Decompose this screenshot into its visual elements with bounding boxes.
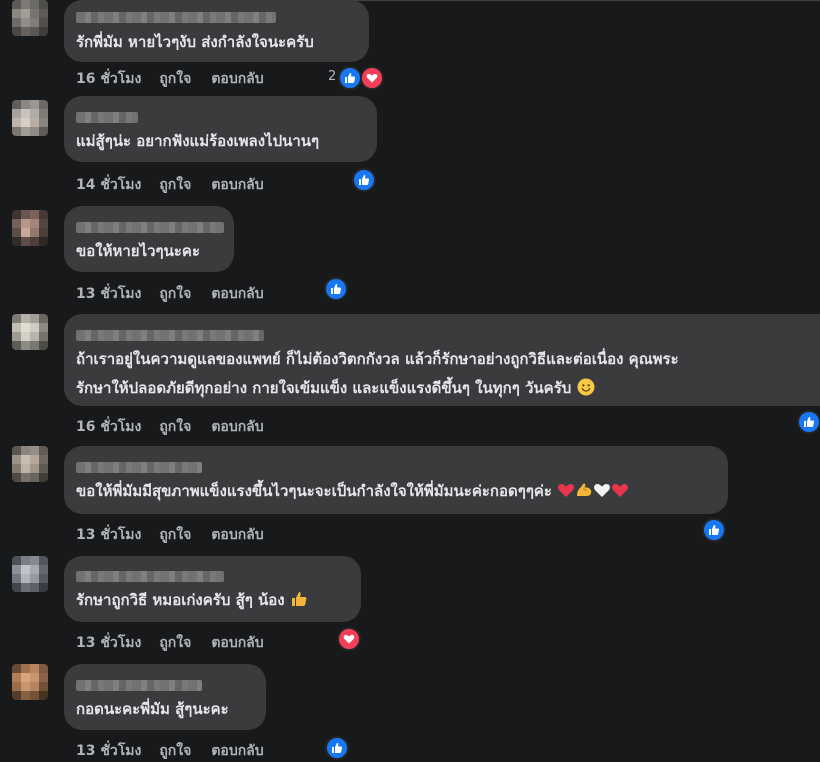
like-button[interactable]: ถูกใจ [159, 635, 191, 651]
red-heart-emoji [612, 484, 629, 497]
comment-time[interactable]: 16 ชั่วโมง [76, 419, 141, 435]
avatar[interactable] [12, 0, 48, 36]
comment-actions: 16 ชั่วโมง ถูกใจ ตอบกลับ [76, 416, 284, 438]
like-button[interactable]: ถูกใจ [159, 286, 191, 302]
like-button[interactable]: ถูกใจ [159, 419, 191, 435]
like-icon[interactable] [797, 410, 820, 434]
comment-actions: 13 ชั่วโมง ถูกใจ ตอบกลับ [76, 283, 284, 305]
like-icon[interactable] [324, 277, 348, 301]
author-name[interactable] [76, 112, 138, 123]
avatar[interactable] [12, 446, 48, 482]
comment-time[interactable]: 13 ชั่วโมง [76, 527, 141, 543]
comment-bubble: ขอให้หายไวๆนะคะ [64, 206, 234, 272]
avatar[interactable] [12, 100, 48, 136]
comment-text: แม่สู้ๆน่ะ อยากฟังแม่ร้องเพลงไปนานๆ [76, 132, 320, 150]
reply-button[interactable]: ตอบกลับ [211, 743, 263, 759]
author-name[interactable] [76, 330, 264, 341]
comment-actions: 13 ชั่วโมง ถูกใจ ตอบกลับ [76, 524, 284, 546]
comment-time[interactable]: 13 ชั่วโมง [76, 286, 141, 302]
comment-bubble: ขอให้พี่มัมมีสุขภาพแข็งแรงขึ้นไวๆนะจะเป็… [64, 446, 728, 514]
comment-text-row: ขอให้พี่มัมมีสุขภาพแข็งแรงขึ้นไวๆนะจะเป็… [76, 476, 716, 506]
reply-button[interactable]: ตอบกลับ [211, 71, 263, 87]
love-icon[interactable] [337, 627, 361, 651]
comment-time[interactable]: 14 ชั่วโมง [76, 177, 141, 193]
comment-bubble: รักพี่มัม หายไวๆงับ ส่งกำลังใจนะครับ [64, 0, 369, 62]
comment-text: ขอให้หายไวๆนะคะ [76, 242, 200, 260]
author-name[interactable] [76, 222, 224, 233]
comment-time[interactable]: 16 ชั่วโมง [76, 71, 141, 87]
comment-actions: 14 ชั่วโมง ถูกใจ ตอบกลับ [76, 174, 284, 196]
avatar[interactable] [12, 314, 48, 350]
thumbs-up-emoji [291, 592, 307, 606]
smile-emoji [577, 378, 595, 396]
comment-bubble: ถ้าเราอยู่ในความดูแลของแพทย์ ก็ไม่ต้องวิ… [64, 314, 820, 406]
avatar[interactable] [12, 556, 48, 592]
reply-button[interactable]: ตอบกลับ [211, 635, 263, 651]
reply-button[interactable]: ตอบกลับ [211, 177, 263, 193]
comment-actions: 13 ชั่วโมง ถูกใจ ตอบกลับ [76, 740, 284, 762]
flexed-biceps-emoji [577, 483, 592, 496]
author-name[interactable] [76, 462, 202, 473]
reply-button[interactable]: ตอบกลับ [211, 286, 263, 302]
love-icon[interactable] [360, 66, 384, 90]
comment-text-line-1: ถ้าเราอยู่ในความดูแลของแพทย์ ก็ไม่ต้องวิ… [76, 350, 679, 368]
like-button[interactable]: ถูกใจ [159, 527, 191, 543]
comment-text: รักษาถูกวิธี หมอเก่งครับ สู้ๆ น้อง [76, 591, 285, 609]
avatar[interactable] [12, 210, 48, 246]
comment-bubble: กอดนะคะพี่มัม สู้ๆนะคะ [64, 664, 266, 730]
comment-text-line-2-row: รักษาให้ปลอดภัยดีทุกอย่าง กายใจเข้มแข็ง … [76, 373, 808, 403]
comment-time[interactable]: 13 ชั่วโมง [76, 743, 141, 759]
reaction-count[interactable]: 2 [328, 69, 336, 84]
comment-actions: 16 ชั่วโมง ถูกใจ ตอบกลับ [76, 68, 284, 90]
red-heart-emoji [558, 484, 575, 497]
comment-text: ขอให้พี่มัมมีสุขภาพแข็งแรงขึ้นไวๆนะจะเป็… [76, 482, 552, 500]
comment-text: กอดนะคะพี่มัม สู้ๆนะคะ [76, 700, 229, 718]
comment-text-row: รักษาถูกวิธี หมอเก่งครับ สู้ๆ น้อง [76, 585, 349, 615]
like-icon[interactable] [338, 66, 362, 90]
like-button[interactable]: ถูกใจ [159, 71, 191, 87]
reply-button[interactable]: ตอบกลับ [211, 527, 263, 543]
like-icon[interactable] [702, 518, 726, 542]
top-divider [285, 0, 820, 5]
like-icon[interactable] [325, 736, 349, 760]
comment-text: รักพี่มัม หายไวๆงับ ส่งกำลังใจนะครับ [76, 33, 314, 51]
comment-bubble: แม่สู้ๆน่ะ อยากฟังแม่ร้องเพลงไปนานๆ [64, 96, 377, 162]
author-name[interactable] [76, 12, 276, 23]
comment-actions: 13 ชั่วโมง ถูกใจ ตอบกลับ [76, 632, 284, 654]
author-name[interactable] [76, 571, 224, 582]
white-heart-emoji [594, 484, 611, 497]
like-icon[interactable] [352, 168, 376, 192]
comment-bubble: รักษาถูกวิธี หมอเก่งครับ สู้ๆ น้อง [64, 556, 361, 622]
like-button[interactable]: ถูกใจ [159, 177, 191, 193]
comment-text-line-2: รักษาให้ปลอดภัยดีทุกอย่าง กายใจเข้มแข็ง … [76, 379, 572, 397]
avatar[interactable] [12, 664, 48, 700]
reply-button[interactable]: ตอบกลับ [211, 419, 263, 435]
author-name[interactable] [76, 680, 202, 691]
like-button[interactable]: ถูกใจ [159, 743, 191, 759]
comment-time[interactable]: 13 ชั่วโมง [76, 635, 141, 651]
